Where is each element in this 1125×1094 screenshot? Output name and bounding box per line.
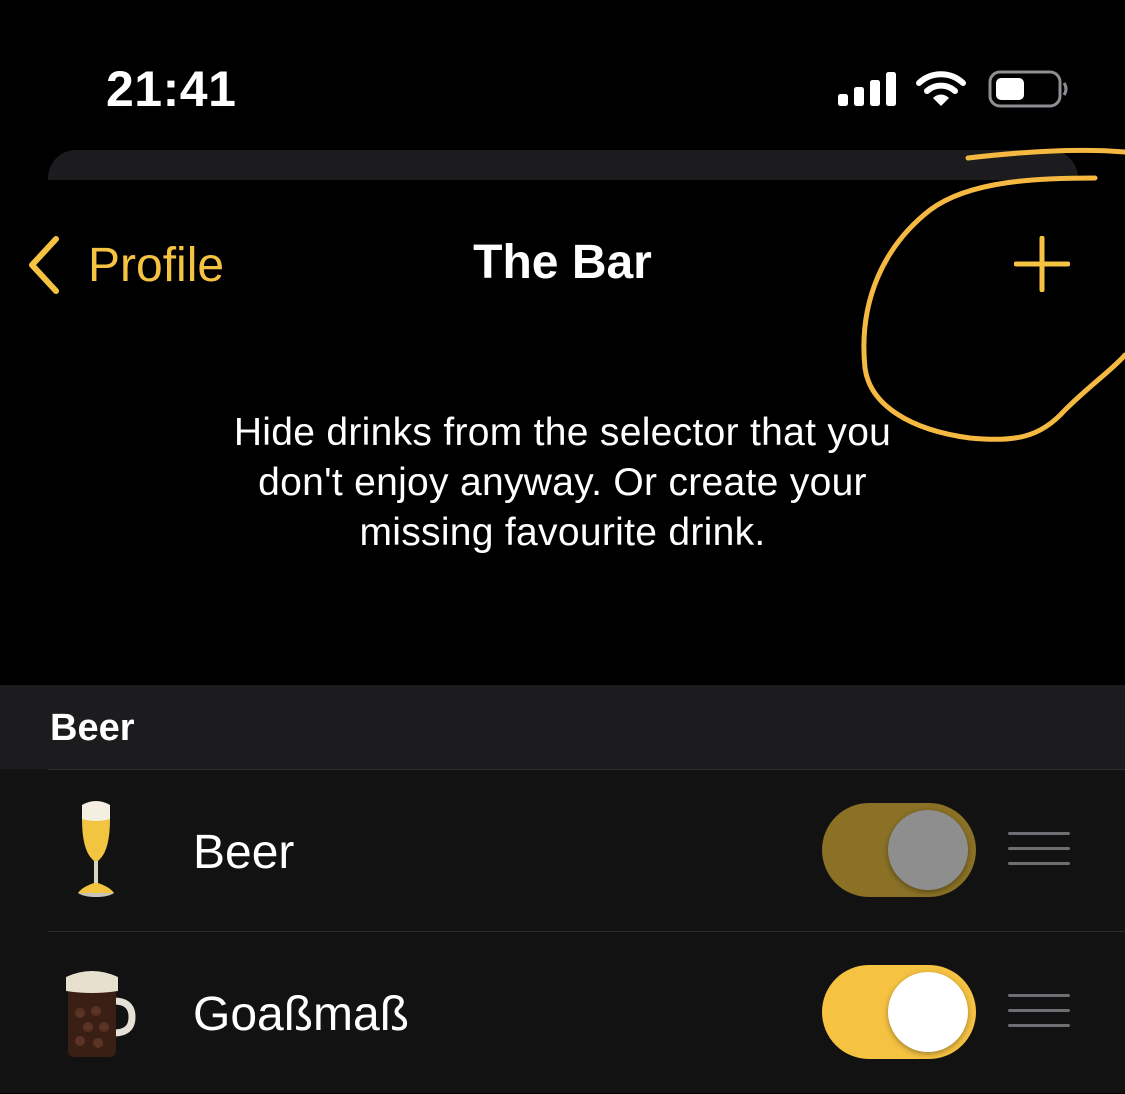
toggle-knob: [888, 810, 968, 890]
drink-label: Beer: [193, 826, 295, 879]
visibility-toggle[interactable]: [822, 965, 976, 1059]
toggle-knob: [888, 972, 968, 1052]
cellular-signal-icon: [838, 72, 896, 106]
drink-list: Beer Goaßmaß: [0, 769, 1125, 1093]
screen: 21:41 Profile The Bar Hide drinks from t…: [0, 0, 1125, 1094]
list-item: Beer: [0, 769, 1125, 931]
beer-glass-icon: [78, 801, 114, 897]
section-header-beer: Beer: [0, 685, 1125, 769]
add-drink-button[interactable]: [1004, 226, 1080, 302]
wifi-icon: [916, 71, 966, 106]
plus-icon: [1014, 236, 1070, 292]
battery-icon: [988, 70, 1068, 108]
visibility-toggle[interactable]: [822, 803, 976, 897]
hand-drawn-circle-annotation: [861, 147, 1125, 442]
drag-handle[interactable]: [1008, 832, 1070, 866]
description-text: Hide drinks from the selector that you d…: [233, 411, 892, 554]
section-header-label: Beer: [50, 707, 135, 749]
status-time: 21:41: [106, 61, 237, 117]
beer-mug-icon: [66, 971, 136, 1057]
list-item: Goaßmaß: [0, 931, 1125, 1093]
drag-handle[interactable]: [1008, 994, 1070, 1028]
drink-label: Goaßmaß: [193, 988, 410, 1041]
